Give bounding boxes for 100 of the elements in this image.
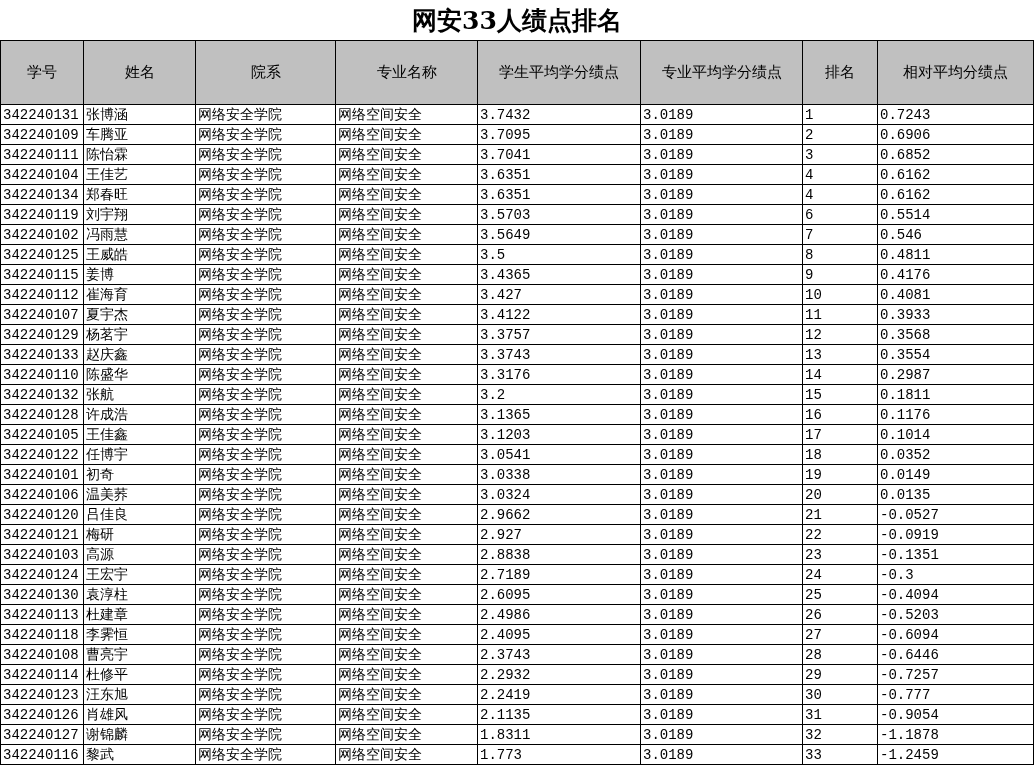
table-cell: 342240123	[0, 684, 84, 705]
table-cell: 网络空间安全	[335, 704, 478, 725]
table-cell: 4	[802, 184, 878, 205]
table-cell: 网络安全学院	[195, 404, 336, 425]
table-cell: 张博涵	[83, 104, 196, 125]
table-cell: 3.0189	[640, 284, 803, 305]
table-cell: 网络空间安全	[335, 624, 478, 645]
table-cell: 2.1135	[477, 704, 641, 725]
table-cell: 342240108	[0, 644, 84, 665]
table-cell: -0.4094	[877, 584, 1034, 605]
table-cell: 2.2419	[477, 684, 641, 705]
table-cell: 网络空间安全	[335, 604, 478, 625]
table-cell: 26	[802, 604, 878, 625]
table-cell: 网络空间安全	[335, 224, 478, 245]
table-cell: 3.0189	[640, 104, 803, 125]
table-cell: 342240105	[0, 424, 84, 445]
table-cell: 1	[802, 104, 878, 125]
table-cell: -0.7257	[877, 664, 1034, 685]
table-cell: 3.0324	[477, 484, 641, 505]
table-cell: 0.1811	[877, 384, 1034, 405]
table-cell: 0.6162	[877, 184, 1034, 205]
table-cell: 342240129	[0, 324, 84, 345]
column-header: 学号	[0, 40, 84, 105]
table-cell: 网络空间安全	[335, 184, 478, 205]
table-cell: 2.9662	[477, 504, 641, 525]
table-cell: 网络安全学院	[195, 264, 336, 285]
table-cell: 15	[802, 384, 878, 405]
table-cell: 网络安全学院	[195, 284, 336, 305]
table-cell: 342240115	[0, 264, 84, 285]
table-cell: 肖雄风	[83, 704, 196, 725]
table-cell: 网络空间安全	[335, 644, 478, 665]
table-cell: 网络安全学院	[195, 224, 336, 245]
table-cell: 网络空间安全	[335, 364, 478, 385]
table-cell: -0.5203	[877, 604, 1034, 625]
table-cell: 网络安全学院	[195, 724, 336, 745]
table-cell: 3	[802, 144, 878, 165]
table-cell: 网络空间安全	[335, 124, 478, 145]
table-cell: 3.0189	[640, 524, 803, 545]
table-cell: 3.0189	[640, 364, 803, 385]
table-cell: 342240130	[0, 584, 84, 605]
table-cell: 网络安全学院	[195, 704, 336, 725]
table-cell: 3.3757	[477, 324, 641, 345]
table-cell: 8	[802, 244, 878, 265]
table-cell: 0.4081	[877, 284, 1034, 305]
table-cell: 3.0189	[640, 484, 803, 505]
table-cell: 2.2932	[477, 664, 641, 685]
table-cell: 冯雨慧	[83, 224, 196, 245]
table-cell: -1.2459	[877, 744, 1034, 765]
table-cell: 27	[802, 624, 878, 645]
table-cell: 网络空间安全	[335, 324, 478, 345]
table-cell: 姜博	[83, 264, 196, 285]
table-cell: 342240111	[0, 144, 84, 165]
table-cell: 网络安全学院	[195, 244, 336, 265]
table-cell: 3.0338	[477, 464, 641, 485]
table-cell: 3.0189	[640, 644, 803, 665]
table-cell: 网络安全学院	[195, 144, 336, 165]
table-cell: 3.0189	[640, 704, 803, 725]
table-cell: 0.3933	[877, 304, 1034, 325]
table-cell: 3.5	[477, 244, 641, 265]
table-cell: 0.2987	[877, 364, 1034, 385]
table-cell: 网络安全学院	[195, 584, 336, 605]
table-cell: 0.4811	[877, 244, 1034, 265]
table-cell: 0.4176	[877, 264, 1034, 285]
table-cell: 3.0189	[640, 504, 803, 525]
table-cell: 3.0189	[640, 384, 803, 405]
table-cell: 18	[802, 444, 878, 465]
table-cell: 温美荞	[83, 484, 196, 505]
table-cell: 342240120	[0, 504, 84, 525]
table-cell: 342240128	[0, 404, 84, 425]
table-cell: 网络空间安全	[335, 484, 478, 505]
column-header: 学生平均学分绩点	[477, 40, 641, 105]
table-cell: 3.7041	[477, 144, 641, 165]
table-cell: 网络安全学院	[195, 384, 336, 405]
table-cell: 3.427	[477, 284, 641, 305]
table-cell: 网络空间安全	[335, 684, 478, 705]
table-cell: 3.4122	[477, 304, 641, 325]
table-cell: 342240110	[0, 364, 84, 385]
table-cell: 342240119	[0, 204, 84, 225]
table-cell: -1.1878	[877, 724, 1034, 745]
table-cell: 0.5514	[877, 204, 1034, 225]
table-cell: 2.927	[477, 524, 641, 545]
table-cell: 网络空间安全	[335, 444, 478, 465]
table-cell: 1.8311	[477, 724, 641, 745]
table-cell: 网络安全学院	[195, 324, 336, 345]
table-cell: 3.6351	[477, 184, 641, 205]
table-cell: 3.0189	[640, 224, 803, 245]
table-cell: 3.5703	[477, 204, 641, 225]
table-cell: 3.0189	[640, 264, 803, 285]
table-cell: 网络空间安全	[335, 104, 478, 125]
table-cell: 网络空间安全	[335, 424, 478, 445]
table-cell: 17	[802, 424, 878, 445]
table-cell: 车腾亚	[83, 124, 196, 145]
table-cell: 342240124	[0, 564, 84, 585]
table-cell: 网络安全学院	[195, 544, 336, 565]
table-cell: 3.0189	[640, 564, 803, 585]
table-cell: 网络安全学院	[195, 364, 336, 385]
table-cell: 杜建章	[83, 604, 196, 625]
table-cell: 1.773	[477, 744, 641, 765]
table-cell: -0.3	[877, 564, 1034, 585]
table-cell: 任博宇	[83, 444, 196, 465]
